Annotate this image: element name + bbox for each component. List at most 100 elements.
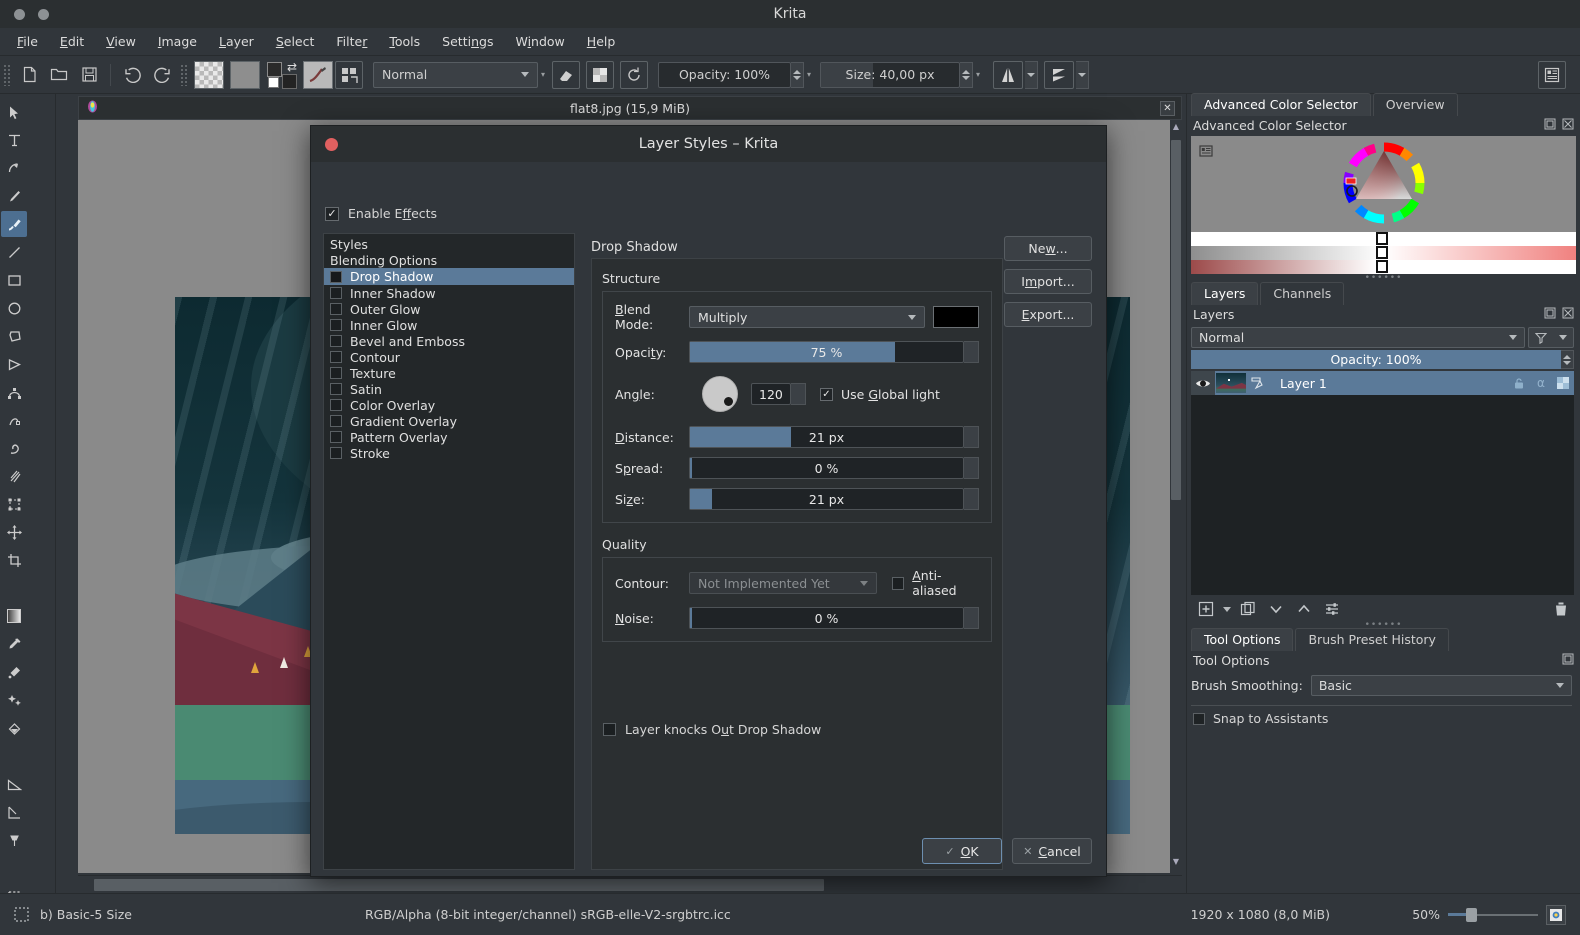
- shadow-size-slider[interactable]: 21 px: [689, 488, 964, 510]
- style-checkbox[interactable]: [330, 287, 342, 299]
- style-list-item-pattern-overlay[interactable]: Pattern Overlay: [324, 429, 574, 445]
- duplicate-layer-icon[interactable]: [1237, 599, 1259, 619]
- pattern-transparent-swatch[interactable]: [194, 60, 224, 89]
- anti-aliased-checkbox[interactable]: [892, 576, 905, 590]
- float-docker-icon[interactable]: [1544, 118, 1556, 133]
- zoom-slider[interactable]: [1448, 907, 1538, 922]
- tab-layers[interactable]: Layers: [1191, 282, 1259, 305]
- layer-style-icon[interactable]: [1247, 372, 1266, 394]
- mirror-horizontal-icon[interactable]: [993, 60, 1023, 89]
- angle-value-input[interactable]: 120: [751, 383, 791, 405]
- shadow-color-swatch[interactable]: [933, 306, 979, 328]
- opacity-extra-caret[interactable]: ▾: [804, 70, 814, 79]
- layer-opacity-slider[interactable]: Opacity: 100%: [1191, 350, 1561, 369]
- enable-effects-row[interactable]: ✓ Enable Effects: [325, 206, 437, 221]
- menu-edit[interactable]: Edit: [49, 31, 95, 52]
- colorize-mask-tool[interactable]: [1, 659, 27, 685]
- polyline-tool[interactable]: [1, 351, 27, 377]
- layer-properties-icon[interactable]: [1321, 599, 1343, 619]
- style-checkbox[interactable]: [330, 270, 342, 283]
- float-docker-icon-layers[interactable]: [1544, 307, 1556, 322]
- scroll-up-icon[interactable]: ▲: [1170, 122, 1182, 136]
- style-list-item-texture[interactable]: Texture: [324, 365, 574, 381]
- reset-icon[interactable]: [620, 60, 648, 89]
- save-icon[interactable]: [76, 62, 102, 88]
- selector-settings-icon[interactable]: [1199, 144, 1213, 161]
- use-global-light-row[interactable]: ✓ Use Global light: [820, 387, 940, 402]
- style-checkbox[interactable]: [330, 383, 342, 395]
- mirror-vertical-options[interactable]: [1076, 60, 1089, 89]
- enable-effects-checkbox[interactable]: ✓: [325, 206, 339, 221]
- style-list-item-inner-glow[interactable]: Inner Glow: [324, 317, 574, 333]
- scroll-down-icon[interactable]: ▼: [1170, 857, 1182, 871]
- style-checkbox[interactable]: [330, 351, 342, 363]
- layer-opacity-spinner[interactable]: [1561, 350, 1574, 369]
- shadow-distance-spinner[interactable]: [964, 426, 979, 448]
- tab-tool-options[interactable]: Tool Options: [1191, 628, 1294, 651]
- brush-preset-icon[interactable]: [303, 60, 333, 89]
- angle-dial[interactable]: [702, 376, 738, 412]
- menu-filter[interactable]: Filter: [325, 31, 378, 52]
- fit-canvas-icon[interactable]: [1546, 904, 1566, 925]
- style-checkbox[interactable]: [330, 399, 342, 411]
- alpha-lock-icon[interactable]: α: [1530, 371, 1552, 395]
- toolbar-grip-2[interactable]: [180, 63, 187, 86]
- move-layer-down-icon[interactable]: [1265, 599, 1287, 619]
- color-selector-body[interactable]: [1191, 136, 1576, 232]
- lock-icon[interactable]: [1508, 371, 1530, 395]
- menu-settings[interactable]: Settings: [431, 31, 504, 52]
- shadow-size-spinner[interactable]: [964, 488, 979, 510]
- style-list-item-blending-options[interactable]: Blending Options: [324, 252, 574, 268]
- size-spinner[interactable]: [960, 61, 973, 88]
- selection-mask-icon[interactable]: [10, 904, 32, 926]
- style-checkbox[interactable]: [330, 431, 342, 443]
- new-document-icon[interactable]: [16, 62, 42, 88]
- polygon-tool[interactable]: [1, 323, 27, 349]
- open-folder-icon[interactable]: [46, 62, 72, 88]
- style-list-item-bevel-and-emboss[interactable]: Bevel and Emboss: [324, 333, 574, 349]
- layer-opacity-row[interactable]: Opacity: 100%: [1191, 350, 1574, 369]
- ok-button[interactable]: ✓ OK: [922, 838, 1002, 864]
- noise-slider[interactable]: 0 %: [689, 607, 964, 629]
- line-tool[interactable]: [1, 239, 27, 265]
- smart-patch-tool[interactable]: [1, 687, 27, 713]
- anti-aliased-row[interactable]: Anti-aliased: [892, 568, 979, 598]
- freehand-brush-tool[interactable]: [1, 211, 27, 237]
- layer-list[interactable]: Layer 1 α: [1191, 371, 1574, 595]
- import-style-button[interactable]: Im port...: [1004, 269, 1092, 294]
- new-style-button[interactable]: Ne w...: [1004, 236, 1092, 261]
- add-layer-icon[interactable]: [1195, 599, 1217, 619]
- chevron-down-icon[interactable]: [1223, 606, 1231, 612]
- eraser-icon[interactable]: [552, 60, 580, 89]
- style-list-item-color-overlay[interactable]: Color Overlay: [324, 397, 574, 413]
- gradient-tool[interactable]: [1, 603, 27, 629]
- freehand-path-tool[interactable]: [1, 407, 27, 433]
- shadow-spread-slider[interactable]: 0 %: [689, 457, 964, 479]
- menu-file[interactable]: File: [6, 31, 49, 52]
- style-checkbox[interactable]: [330, 415, 342, 427]
- style-list-item-drop-shadow[interactable]: Drop Shadow: [324, 268, 574, 285]
- edit-shapes-tool[interactable]: [1, 155, 27, 181]
- reference-angle-tool[interactable]: [1, 799, 27, 825]
- dynamic-brush-tool[interactable]: [1, 435, 27, 461]
- text-tool[interactable]: [1, 127, 27, 153]
- layer-styles-dialog[interactable]: Layer Styles – Krita ✓ Enable Effects St…: [310, 125, 1107, 877]
- bezier-curve-tool[interactable]: [1, 379, 27, 405]
- tab-channels[interactable]: Channels: [1260, 282, 1345, 305]
- layer-filter-button[interactable]: [1528, 327, 1574, 348]
- style-list-item-outer-glow[interactable]: Outer Glow: [324, 301, 574, 317]
- move-tool[interactable]: [1, 519, 27, 545]
- style-checkbox[interactable]: [330, 335, 342, 347]
- export-style-button[interactable]: Export...: [1004, 302, 1092, 327]
- close-docker-icon[interactable]: [1562, 118, 1574, 133]
- angle-spinner[interactable]: [791, 383, 806, 405]
- menu-help[interactable]: Help: [576, 31, 627, 52]
- undo-icon[interactable]: [119, 62, 145, 88]
- style-checkbox[interactable]: [330, 319, 342, 331]
- style-list-item-contour[interactable]: Contour: [324, 349, 574, 365]
- snap-to-assistants-checkbox[interactable]: [1193, 712, 1205, 725]
- multibrush-tool[interactable]: [1, 463, 27, 489]
- pattern-gray-swatch[interactable]: [230, 60, 260, 89]
- calligraphy-tool[interactable]: [1, 183, 27, 209]
- tab-brush-preset-history[interactable]: Brush Preset History: [1295, 628, 1449, 651]
